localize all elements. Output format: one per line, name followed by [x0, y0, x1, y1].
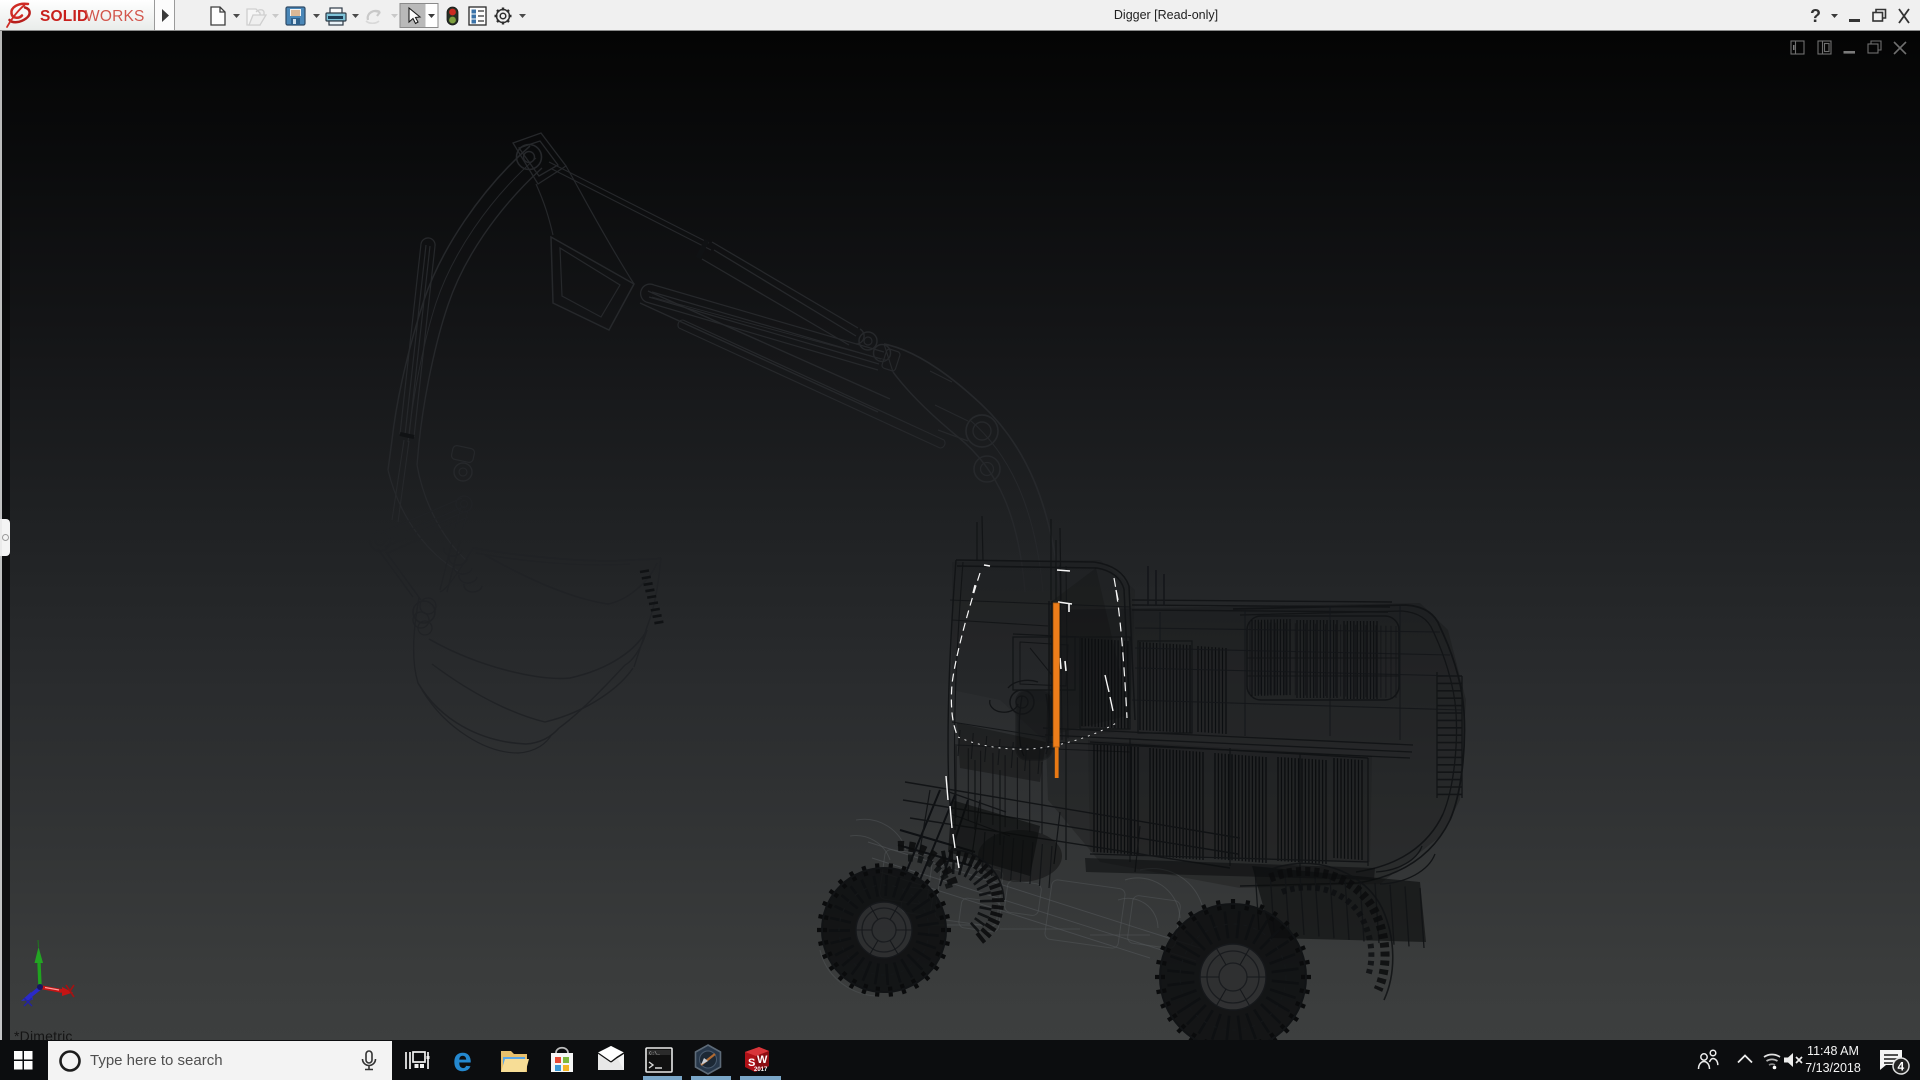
svg-text:WORKS: WORKS [85, 8, 145, 25]
svg-text:C:\_: C:\_ [649, 1051, 660, 1057]
svg-text:W: W [757, 1054, 768, 1066]
svg-text:?: ? [1810, 6, 1821, 26]
svg-text:e: e [453, 1041, 472, 1079]
svg-text:SOLID: SOLID [40, 8, 88, 25]
svg-text:2017: 2017 [754, 1067, 768, 1073]
svg-text:4: 4 [1898, 1060, 1905, 1074]
